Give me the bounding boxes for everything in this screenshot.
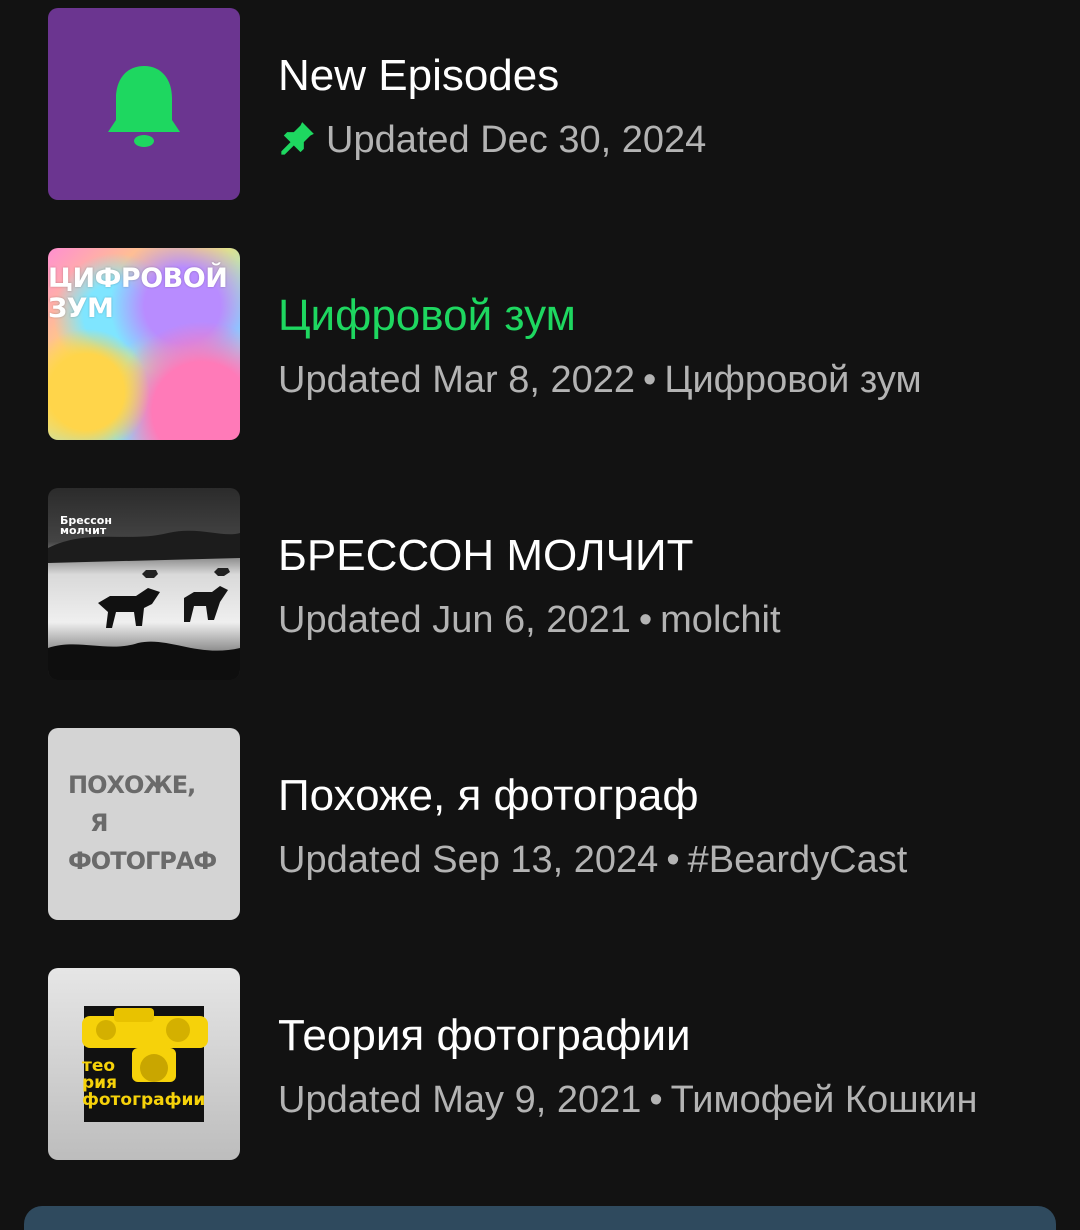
updated-date: Updated Dec 30, 2024: [326, 119, 707, 161]
bell-icon: [108, 66, 180, 147]
library-item-title: БРЕССОН МОЛЧИТ: [278, 531, 694, 580]
teoriya-fotografii-cover: тео рия фотографии: [48, 968, 240, 1160]
library-item-info: New Episodes Updated Dec 30, 2024: [278, 8, 1058, 200]
library-item-title: Похоже, я фотограф: [278, 771, 699, 820]
library-item-subtitle: Updated Mar 8, 2022 • Цифровой зум: [278, 356, 922, 404]
library-item-subtitle: Updated Sep 13, 2024 • #BeardyCast: [278, 836, 907, 884]
pokhozhe-ya-fotograf-cover: ПОХОЖЕ, Я ФОТОГРАФ: [48, 728, 240, 920]
library-item-info: Похоже, я фотограф Updated Sep 13, 2024 •…: [278, 728, 1058, 920]
library-item-bresson-molchit[interactable]: Брессон молчит БРЕССОН МОЛЧИТ Updated Ju…: [48, 488, 1048, 680]
separator-dot: •: [666, 839, 680, 881]
library-item-subtitle: Updated Dec 30, 2024: [278, 116, 706, 164]
cover-text: Брессон молчит: [60, 514, 112, 537]
library-item-title: Теория фотографии: [278, 1011, 691, 1060]
separator-dot: •: [643, 359, 657, 401]
library-item-title: New Episodes: [278, 51, 560, 100]
mini-player-bar[interactable]: [24, 1206, 1056, 1230]
author: Тимофей Кошкин: [670, 1079, 978, 1121]
updated-date: Updated Jun 6, 2021: [278, 599, 631, 641]
cover-text: ЦИФРОВОЙ ЗУМ: [48, 263, 228, 324]
updated-date: Updated Sep 13, 2024: [278, 839, 659, 881]
author: molchit: [660, 599, 781, 641]
author: #BeardyCast: [687, 839, 908, 881]
updated-date: Updated Mar 8, 2022: [278, 359, 636, 401]
library-item-info: Теория фотографии Updated May 9, 2021 • Ти…: [278, 968, 1058, 1160]
separator-dot: •: [638, 599, 653, 641]
author: Цифровой зум: [664, 359, 922, 401]
library-item-info: Цифровой зум Updated Mar 8, 2022 • Цифрово…: [278, 248, 1058, 440]
separator-dot: •: [649, 1079, 663, 1121]
library-item-teoriya-fotografii[interactable]: тео рия фотографии Теория фотографии Upd…: [48, 968, 1048, 1160]
library-item-subtitle: Updated Jun 6, 2021 • molchit: [278, 596, 781, 644]
library-item-info: БРЕССОН МОЛЧИТ Updated Jun 6, 2021 • molch…: [278, 488, 1058, 680]
library-item-title: Цифровой зум: [278, 291, 576, 340]
library-screen: New Episodes Updated Dec 30, 2024 ЦИФРОВ…: [0, 0, 1080, 1230]
updated-date: Updated May 9, 2021: [278, 1079, 642, 1121]
library-item-new-episodes[interactable]: New Episodes Updated Dec 30, 2024: [48, 8, 1048, 200]
library-item-pokhozhe-ya-fotograf[interactable]: ПОХОЖЕ, Я ФОТОГРАФ Похоже, я фотограф Up…: [48, 728, 1048, 920]
cover-text: ПОХОЖЕ, Я ФОТОГРАФ: [68, 771, 217, 875]
bresson-molchit-cover: Брессон молчит: [48, 488, 240, 680]
cover-text: тео рия фотографии: [82, 1056, 206, 1110]
tsifrovoy-zum-cover: ЦИФРОВОЙ ЗУМ: [48, 248, 240, 440]
library-item-subtitle: Updated May 9, 2021 • Тимофей Кошкин: [278, 1076, 977, 1124]
library-item-tsifrovoy-zum[interactable]: ЦИФРОВОЙ ЗУМ Цифровой зум Updated Mar 8,…: [48, 248, 1048, 440]
new-episodes-cover: [48, 8, 240, 200]
pin-icon: [281, 122, 314, 155]
